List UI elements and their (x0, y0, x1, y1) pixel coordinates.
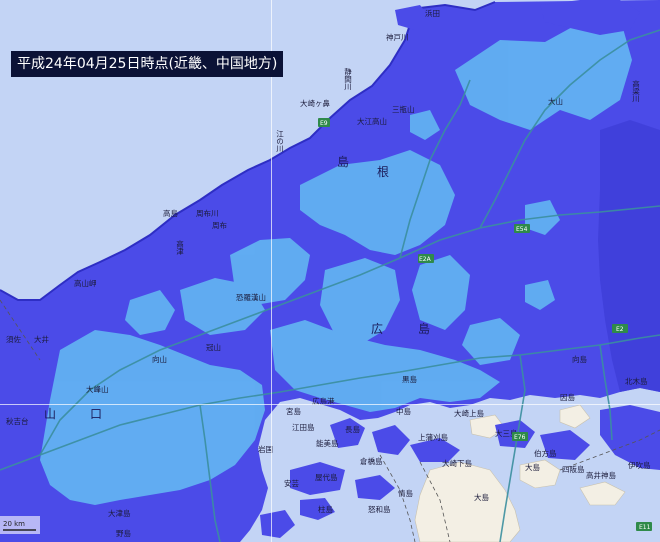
place-label: 周布川 (196, 208, 219, 218)
place-label: 怒和島 (368, 504, 391, 514)
place-label: 三瓶山 (392, 104, 415, 114)
place-label: 大峰山 (86, 384, 109, 394)
map-title: 平成24年04月25日時点(近畿、中国地方) (11, 51, 284, 77)
place-label: 中島 (396, 406, 411, 416)
place-label: 冠山 (206, 342, 221, 352)
place-label: 大島 (474, 492, 489, 502)
place-label: 高津 (175, 239, 184, 256)
place-label: 向山 (152, 354, 167, 364)
place-label: 高梁川 (631, 79, 640, 103)
place-label: 長島 (345, 424, 360, 434)
place-label: 屋代島 (315, 472, 338, 482)
place-label: 恐羅漢山 (236, 292, 266, 302)
place-label: 向島 (572, 354, 587, 364)
place-label: 大山 (548, 96, 563, 106)
road-badge: E2A (419, 256, 432, 263)
road-badge: E54 (516, 226, 528, 233)
place-label: 野島 (116, 528, 131, 538)
place-label: 大津島 (108, 508, 131, 518)
place-label: 能美島 (316, 438, 339, 448)
road-badge: E2 (616, 326, 624, 333)
place-label: 伊吹島 (628, 460, 651, 470)
place-label: 倉橋島 (360, 456, 383, 466)
place-label: 須佐 (6, 334, 21, 344)
place-label: 大崎ヶ鼻 (300, 98, 330, 108)
place-label: 高島 (163, 208, 178, 218)
prefecture-label-shimane-a: 島 (337, 154, 349, 169)
place-label: 因島 (560, 392, 575, 402)
place-label: 上蒲刈島 (418, 432, 448, 442)
prefecture-label-hiroshima-b: 島 (418, 321, 430, 336)
road-badge: E9 (320, 120, 328, 127)
place-label: 高井神島 (586, 470, 616, 480)
prefecture-label-yamaguchi-b: 口 (90, 407, 102, 421)
scale-bar-label: 20 km (3, 520, 25, 528)
place-label: 宮島 (286, 406, 301, 416)
scale-bar: 20 km (0, 516, 40, 534)
prefecture-label-shimane-b: 根 (377, 165, 389, 179)
place-label: 高山岬 (74, 278, 97, 288)
place-label: 大井 (34, 334, 49, 344)
place-label: 大崎上島 (454, 408, 484, 418)
place-label: 江田島 (292, 422, 315, 432)
place-label: 静間川 (343, 67, 352, 91)
place-label: 大江高山 (357, 116, 387, 126)
prefecture-label-yamaguchi-a: 山 (44, 407, 56, 421)
place-label: 柱島 (318, 504, 333, 514)
place-label: 安芸 (284, 478, 299, 488)
crosshair-vertical (271, 0, 272, 542)
place-label: 大崎下島 (442, 458, 472, 468)
place-label: 神戸川 (386, 32, 409, 42)
place-label: 黒島 (402, 374, 417, 384)
place-label: 浜田 (425, 8, 440, 18)
place-label: 周布 (212, 220, 227, 230)
road-badge: E76 (514, 434, 526, 441)
place-label: 江の川 (275, 130, 284, 153)
map-view[interactable]: 島 根 広 島 山 口 浜田 神戸川 静間川 大崎ヶ鼻 三瓶山 大江高山 江の川… (0, 0, 660, 542)
place-label: 四阪島 (562, 464, 585, 474)
place-label: 秋吉台 (6, 416, 29, 426)
place-label: 北木島 (625, 376, 648, 386)
place-label: 情島 (398, 488, 413, 498)
place-label: 大島 (525, 462, 540, 472)
crosshair-horizontal (0, 404, 660, 405)
road-badge: E11 (639, 524, 651, 531)
place-label: 伯方島 (534, 448, 557, 458)
prefecture-label-hiroshima-a: 広 (371, 322, 383, 336)
map-canvas: 島 根 広 島 山 口 浜田 神戸川 静間川 大崎ヶ鼻 三瓶山 大江高山 江の川… (0, 0, 660, 542)
